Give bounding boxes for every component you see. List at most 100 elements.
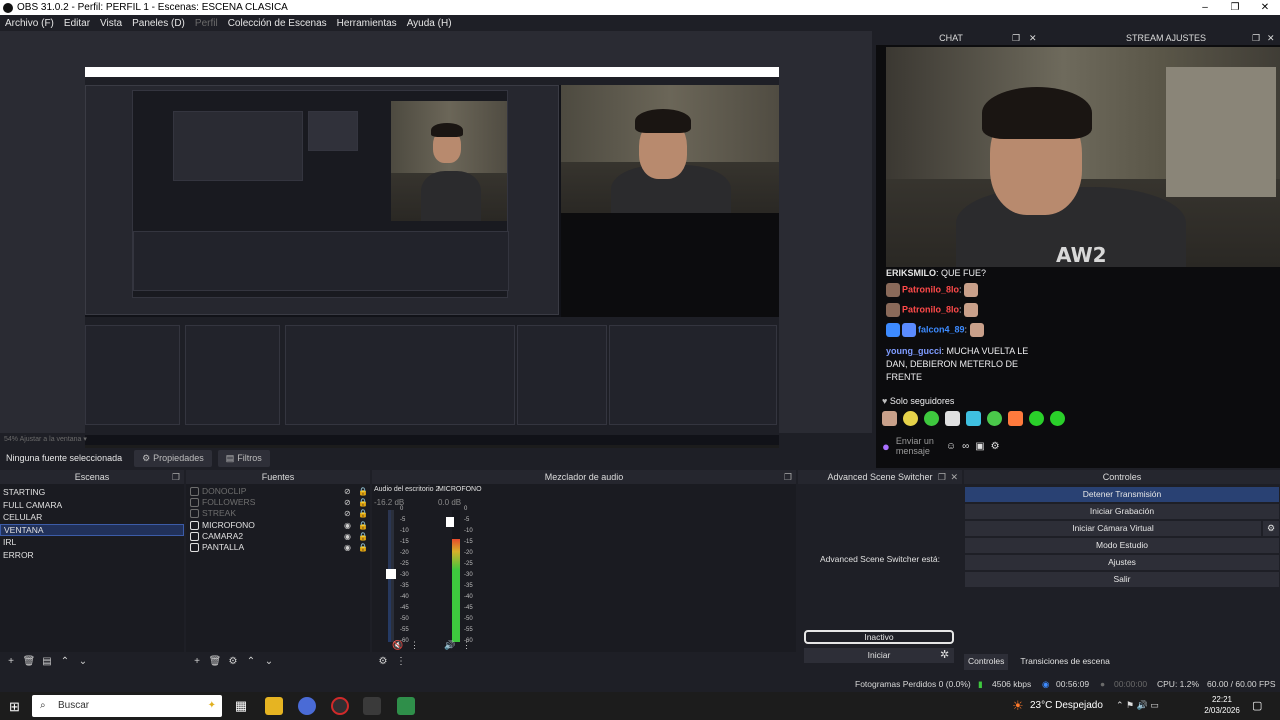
more-icon[interactable]: ⋮ <box>393 656 409 667</box>
eye-off-icon[interactable]: ⊘ <box>344 497 351 508</box>
float-icon[interactable]: ❐ <box>1252 33 1260 44</box>
gear-icon[interactable]: ⚙ <box>375 656 391 667</box>
system-tray-icons[interactable]: ⌃ ⚑ 🔊 ▭ <box>1116 700 1159 711</box>
start-recording-button[interactable]: Iniciar Grabación <box>965 504 1279 519</box>
menu-paneles[interactable]: Paneles (D) <box>127 18 190 29</box>
source-item[interactable]: FOLLOWERS ⊘ 🔒 <box>186 497 370 508</box>
windows-start-icon[interactable]: ⊞ <box>9 699 20 715</box>
close-button[interactable]: ✕ <box>1250 0 1280 15</box>
switcher-start-button[interactable]: Iniciar <box>804 648 954 663</box>
settings-button[interactable]: Ajustes <box>965 555 1279 570</box>
infinity-icon[interactable]: ∞ <box>962 441 969 452</box>
chevron-up-icon[interactable]: ⌃ <box>243 656 259 667</box>
chevron-down-icon[interactable]: ⌄ <box>75 656 91 667</box>
scene-item[interactable]: FULL CAMARA <box>0 499 184 512</box>
source-item[interactable]: MICROFONO ◉ 🔒 <box>186 520 370 531</box>
menu-coleccion-escenas[interactable]: Colección de Escenas <box>223 18 332 29</box>
filter-icon[interactable]: ▤ <box>39 656 55 667</box>
emote-icon[interactable] <box>903 411 918 426</box>
emote-icon[interactable] <box>1050 411 1065 426</box>
tools-icon[interactable]: ✲ <box>940 648 949 661</box>
chevron-up-icon[interactable]: ⌃ <box>57 656 73 667</box>
stop-streaming-button[interactable]: Detener Transmisión <box>965 487 1279 502</box>
chevron-down-icon[interactable]: ⌄ <box>261 656 277 667</box>
float-icon[interactable]: ❐ <box>172 470 180 484</box>
file-explorer-icon[interactable] <box>265 697 283 715</box>
close-icon[interactable]: ✕ <box>950 470 958 484</box>
float-icon[interactable]: ❐ <box>1012 33 1020 44</box>
source-item[interactable]: PANTALLA ◉ 🔒 <box>186 542 370 553</box>
volume-fader-handle[interactable] <box>386 569 396 580</box>
spreadsheet-icon[interactable] <box>397 697 415 715</box>
lock-icon[interactable]: 🔒 <box>358 531 368 542</box>
add-icon[interactable]: + <box>3 656 19 667</box>
emoji-icon[interactable]: ☺ <box>946 441 956 452</box>
emote-icon[interactable] <box>966 411 981 426</box>
close-icon[interactable]: ✕ <box>1029 33 1037 44</box>
eye-icon[interactable]: ◉ <box>344 542 351 553</box>
scene-item[interactable]: CELULAR <box>0 511 184 524</box>
mute-icon[interactable]: 🔇 <box>392 640 403 651</box>
browser-icon[interactable] <box>298 697 316 715</box>
menu-perfil[interactable]: Perfil <box>190 18 223 29</box>
menu-vista[interactable]: Vista <box>95 18 127 29</box>
tab-transiciones[interactable]: Transiciones de escena <box>1016 654 1113 670</box>
lock-icon[interactable]: 🔒 <box>358 497 368 508</box>
menu-ayuda[interactable]: Ayuda (H) <box>402 18 457 29</box>
maximize-button[interactable]: ❐ <box>1220 0 1250 15</box>
trash-icon[interactable]: 🗑 <box>207 656 223 667</box>
emote-icon[interactable] <box>945 411 960 426</box>
eye-icon[interactable]: ◉ <box>344 531 351 542</box>
source-item[interactable]: STREAK ⊘ 🔒 <box>186 508 370 519</box>
lock-icon[interactable]: 🔒 <box>358 486 368 497</box>
gear-icon[interactable]: ⚙ <box>991 441 1000 452</box>
properties-button[interactable]: ⚙ Propiedades <box>134 449 212 467</box>
minimize-button[interactable]: – <box>1190 0 1220 15</box>
gear-icon[interactable]: ⚙ <box>225 656 241 667</box>
emote-icon[interactable] <box>882 411 897 426</box>
lock-icon[interactable]: 🔒 <box>358 542 368 553</box>
preview-area[interactable] <box>0 31 872 457</box>
gear-icon[interactable]: ⚙ <box>1263 521 1279 536</box>
float-icon[interactable]: ❐ <box>784 470 792 484</box>
emote-icon[interactable] <box>987 411 1002 426</box>
studio-mode-button[interactable]: Modo Estudio <box>965 538 1279 553</box>
start-virtual-camera-button[interactable]: Iniciar Cámara Virtual <box>965 521 1261 536</box>
clock[interactable]: 22:21 2/03/2026 <box>1200 694 1244 716</box>
chat-input[interactable]: Enviar un mensaje <box>896 436 940 456</box>
exit-button[interactable]: Salir <box>965 572 1279 587</box>
more-icon[interactable]: ⋮ <box>410 640 419 651</box>
eye-off-icon[interactable]: ⊘ <box>344 486 351 497</box>
float-icon[interactable]: ❐ <box>938 470 946 484</box>
scene-item[interactable]: ERROR <box>0 549 184 562</box>
emote-icon[interactable] <box>924 411 939 426</box>
volume-fader-handle[interactable] <box>446 516 454 527</box>
zoom-indicator[interactable]: 54% Ajustar a la ventana ▾ <box>0 433 872 446</box>
notification-icon[interactable]: ▢ <box>1252 699 1262 712</box>
menu-herramientas[interactable]: Herramientas <box>332 18 402 29</box>
mic-icon[interactable]: ● <box>882 439 890 454</box>
emote-icon[interactable] <box>1029 411 1044 426</box>
speaker-icon[interactable]: 🔊 <box>444 640 455 651</box>
capture-icon[interactable] <box>363 697 381 715</box>
source-item[interactable]: CAMARA2 ◉ 🔒 <box>186 531 370 542</box>
eye-icon[interactable]: ◉ <box>344 520 351 531</box>
taskbar-search[interactable]: ⌕ Buscar ✦ <box>32 695 222 717</box>
emote-icon[interactable] <box>1008 411 1023 426</box>
source-item[interactable]: DONOCLIP ⊘ 🔒 <box>186 486 370 497</box>
lock-icon[interactable]: 🔒 <box>358 508 368 519</box>
store-icon[interactable]: ▣ <box>975 441 984 452</box>
tab-controles[interactable]: Controles <box>964 654 1009 670</box>
weather-icon[interactable]: ☀ <box>1012 698 1024 714</box>
eye-off-icon[interactable]: ⊘ <box>344 508 351 519</box>
scene-item[interactable]: IRL <box>0 536 184 549</box>
lock-icon[interactable]: 🔒 <box>358 520 368 531</box>
more-icon[interactable]: ⋮ <box>462 640 471 651</box>
trash-icon[interactable]: 🗑 <box>21 656 37 667</box>
scene-item[interactable]: VENTANA <box>0 523 184 536</box>
filters-button[interactable]: ▤ Filtros <box>217 449 270 467</box>
task-view-icon[interactable]: ▦ <box>232 697 250 715</box>
menu-archivo[interactable]: Archivo (F) <box>0 18 59 29</box>
menu-editar[interactable]: Editar <box>59 18 95 29</box>
close-icon[interactable]: ✕ <box>1267 33 1275 44</box>
